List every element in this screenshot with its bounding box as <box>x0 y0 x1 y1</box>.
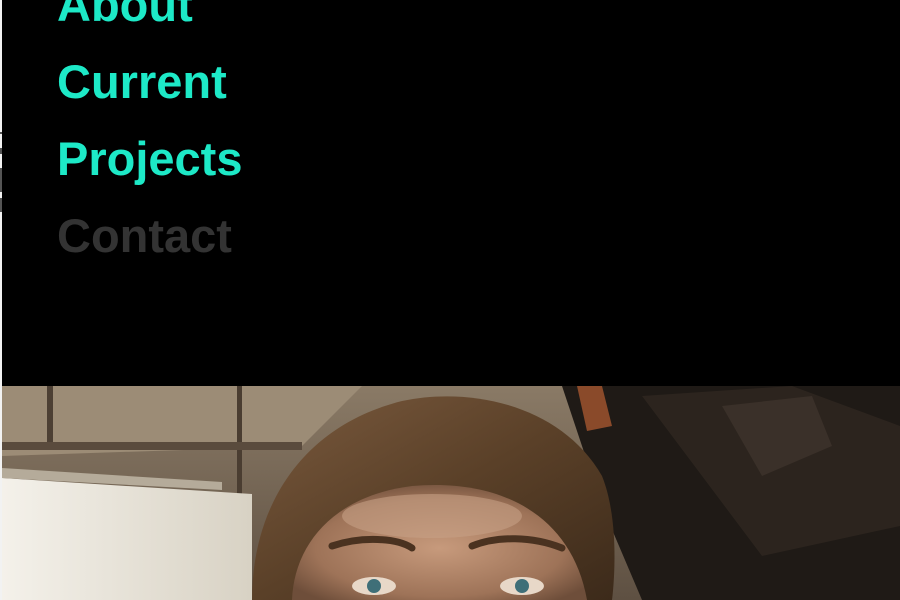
nav-link-contact[interactable]: Contact <box>57 197 242 274</box>
portrait-photo-image <box>2 386 900 600</box>
nav-link-projects[interactable]: Projects <box>57 120 242 197</box>
nav-link-current[interactable]: Current <box>57 43 242 120</box>
hero-photo <box>2 386 900 600</box>
menu-overlay: About Current Projects Contact <box>2 0 900 386</box>
nav-menu: About Current Projects Contact <box>57 0 242 274</box>
page: About Current Projects Contact <box>0 0 900 600</box>
nav-link-about[interactable]: About <box>57 0 242 43</box>
